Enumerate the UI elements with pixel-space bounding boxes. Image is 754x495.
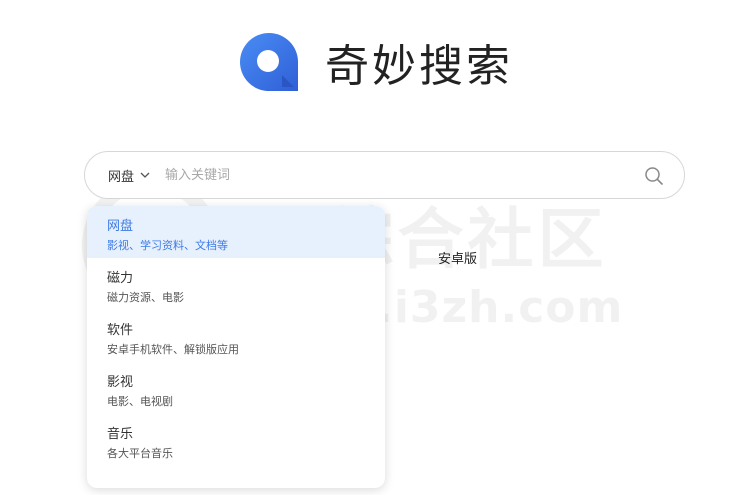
dropdown-item-title: 软件 <box>107 323 134 338</box>
brand-title: 奇妙搜索 <box>325 41 513 92</box>
dropdown-item-subtitle: 各大平台音乐 <box>107 447 173 460</box>
logo-q-icon <box>240 33 298 91</box>
dropdown-item-magnet[interactable]: 磁力 磁力资源、电影 <box>87 258 385 310</box>
dropdown-item-subtitle: 影视、学习资料、文档等 <box>107 239 228 252</box>
scope-dropdown: 网盘 影视、学习资料、文档等 磁力 磁力资源、电影 软件 安卓手机软件、解锁版应… <box>87 206 385 488</box>
android-version-link[interactable]: 安卓版 <box>438 248 477 267</box>
search-input[interactable] <box>165 160 606 190</box>
search-bar: 网盘 <box>84 151 685 199</box>
scope-label: 网盘 <box>108 169 135 185</box>
search-icon[interactable] <box>644 166 664 186</box>
dropdown-item-music[interactable]: 音乐 各大平台音乐 <box>87 414 385 466</box>
dropdown-item-subtitle: 磁力资源、电影 <box>107 291 184 304</box>
dropdown-item-title: 影视 <box>107 375 134 390</box>
dropdown-item-video[interactable]: 影视 电影、电视剧 <box>87 362 385 414</box>
dropdown-item-software[interactable]: 软件 安卓手机软件、解锁版应用 <box>87 310 385 362</box>
chevron-down-icon <box>140 172 150 178</box>
dropdown-item-title: 磁力 <box>107 271 134 286</box>
page: i3综合社区 www.i3zh.com 奇妙搜索 网盘 输入关键词 安卓版 网盘… <box>0 0 754 495</box>
scope-selector[interactable]: 网盘 <box>108 166 151 185</box>
dropdown-item-title: 网盘 <box>107 219 134 234</box>
dropdown-item-netdisk[interactable]: 网盘 影视、学习资料、文档等 <box>87 206 385 258</box>
dropdown-item-subtitle: 电影、电视剧 <box>107 395 173 408</box>
brand-logo: 奇妙搜索 <box>238 30 513 94</box>
dropdown-item-title: 音乐 <box>107 427 134 442</box>
dropdown-item-subtitle: 安卓手机软件、解锁版应用 <box>107 343 239 356</box>
